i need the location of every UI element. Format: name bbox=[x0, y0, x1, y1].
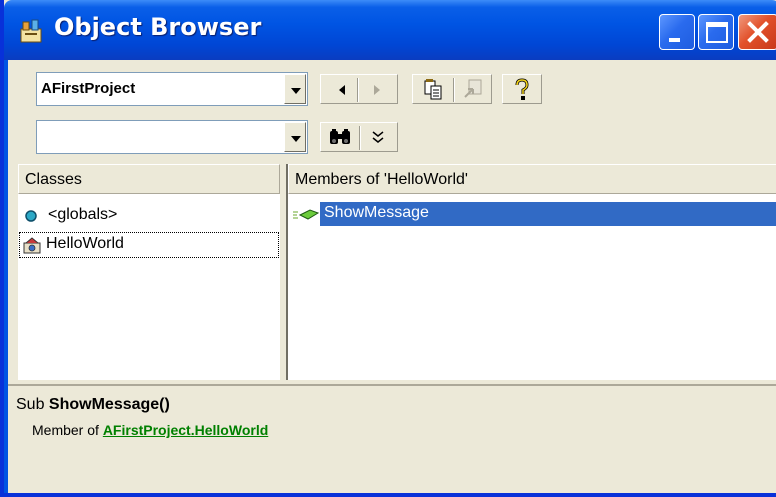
object-browser-icon bbox=[20, 19, 42, 43]
help-icon[interactable] bbox=[511, 77, 533, 103]
project-library-value: AFirstProject bbox=[41, 80, 136, 97]
members-header: Members of 'HelloWorld' bbox=[288, 164, 776, 194]
member-signature: ShowMessage() bbox=[48, 396, 170, 413]
member-kind: Sub bbox=[16, 396, 49, 413]
minimize-icon bbox=[669, 38, 680, 42]
toolbar-separator bbox=[453, 78, 455, 102]
view-definition-icon[interactable] bbox=[461, 77, 487, 103]
close-button[interactable] bbox=[738, 14, 776, 50]
back-icon[interactable] bbox=[331, 77, 353, 103]
method-icon bbox=[293, 209, 320, 220]
show-search-results-icon[interactable] bbox=[367, 125, 389, 151]
members-pane[interactable]: Members of 'HelloWorld' ShowMessage bbox=[286, 164, 776, 380]
details-pane: Sub ShowMessage() Member of AFirstProjec… bbox=[8, 384, 776, 493]
copy-icon[interactable] bbox=[421, 77, 447, 103]
clipboard-toolbar bbox=[412, 74, 492, 104]
maximize-icon bbox=[706, 22, 728, 43]
toolbar-separator bbox=[359, 126, 361, 150]
help-toolbar bbox=[502, 74, 542, 104]
member-item-label: ShowMessage bbox=[324, 204, 429, 221]
search-text-combo[interactable] bbox=[36, 120, 308, 154]
chevron-down-icon[interactable] bbox=[284, 122, 306, 152]
project-library-combo[interactable]: AFirstProject bbox=[36, 72, 308, 106]
project-link[interactable]: AFirstProject bbox=[103, 422, 191, 438]
class-item-globals[interactable]: <globals> bbox=[18, 204, 276, 228]
navigation-toolbar bbox=[320, 74, 398, 104]
forward-icon[interactable] bbox=[365, 77, 387, 103]
binoculars-icon[interactable] bbox=[327, 125, 353, 151]
class-item-label: <globals> bbox=[48, 206, 118, 223]
minimize-button[interactable] bbox=[659, 14, 695, 50]
member-of-label: Member of bbox=[32, 422, 103, 438]
toolbar-separator bbox=[357, 78, 359, 102]
maximize-button[interactable] bbox=[698, 14, 734, 50]
member-selection-highlight: ShowMessage bbox=[320, 202, 776, 226]
class-item-label: HelloWorld bbox=[46, 235, 124, 252]
class-link[interactable]: HelloWorld bbox=[195, 422, 269, 438]
object-browser-window: Object Browser AFirstProject Classes <gl… bbox=[0, 0, 776, 497]
chevron-down-icon[interactable] bbox=[284, 74, 306, 104]
classes-pane[interactable]: Classes <globals> HelloWorld bbox=[18, 164, 280, 380]
title-bar[interactable]: Object Browser bbox=[4, 0, 776, 60]
close-icon bbox=[747, 21, 769, 43]
member-item-showmessage[interactable]: ShowMessage bbox=[288, 202, 776, 226]
class-item-helloworld[interactable]: HelloWorld bbox=[19, 232, 279, 258]
window-title: Object Browser bbox=[54, 13, 262, 41]
classes-header: Classes bbox=[18, 164, 280, 194]
member-signature-line: Sub ShowMessage() bbox=[16, 396, 170, 414]
class-module-icon bbox=[23, 237, 41, 254]
globals-icon bbox=[25, 210, 37, 222]
search-toolbar bbox=[320, 122, 398, 152]
member-of-line: Member of AFirstProject.HelloWorld bbox=[32, 422, 268, 438]
browser-content: AFirstProject Classes <globals> HelloWor… bbox=[4, 60, 776, 493]
